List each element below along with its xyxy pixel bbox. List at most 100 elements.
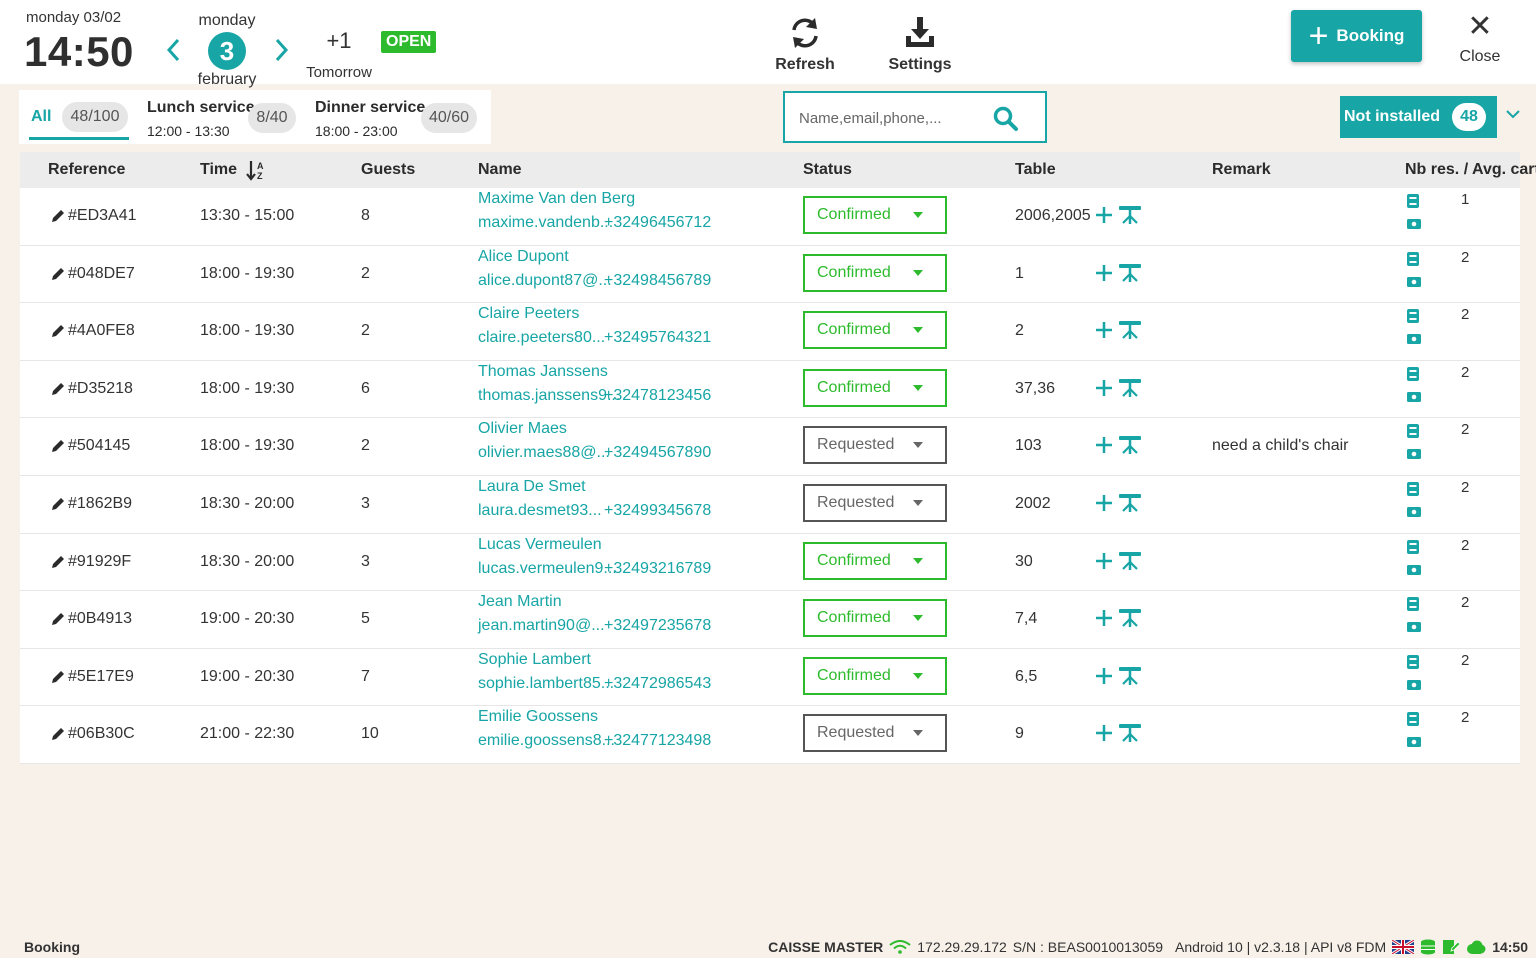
edit-reservation-button[interactable]: #ED3A41 <box>50 207 137 225</box>
customer-phone[interactable]: +32498456789 <box>604 272 711 290</box>
table-icon[interactable] <box>1118 723 1142 743</box>
receipt-icon[interactable] <box>1406 423 1420 439</box>
table-icon[interactable] <box>1118 493 1142 513</box>
search-input[interactable] <box>799 105 989 131</box>
add-table-icon[interactable] <box>1095 609 1113 627</box>
customer-name-link[interactable]: Lucas Vermeulen <box>478 536 602 554</box>
customer-email[interactable]: sophie.lambert85... <box>478 675 614 692</box>
add-table-icon[interactable] <box>1095 552 1113 570</box>
status-dropdown[interactable]: Confirmed <box>803 541 947 580</box>
customer-phone[interactable]: +32477123498 <box>604 732 711 750</box>
status-dropdown[interactable]: Confirmed <box>803 656 947 695</box>
table-icon[interactable] <box>1118 551 1142 571</box>
column-guests[interactable]: Guests <box>361 161 415 179</box>
table-icon[interactable] <box>1118 205 1142 225</box>
search-icon[interactable] <box>993 106 1019 132</box>
customer-phone[interactable]: +32493216789 <box>604 560 711 578</box>
cash-icon[interactable] <box>1406 391 1422 403</box>
next-day-button[interactable] <box>270 34 292 66</box>
table-row[interactable]: #ED3A41 13:30 - 15:00 8 Maxime Van den B… <box>20 188 1520 246</box>
refresh-button[interactable]: Refresh <box>775 16 835 74</box>
receipt-icon[interactable] <box>1406 654 1420 670</box>
customer-email[interactable]: olivier.maes88@... <box>478 444 610 461</box>
table-icon[interactable] <box>1118 378 1142 398</box>
receipt-icon[interactable] <box>1406 481 1420 497</box>
column-status[interactable]: Status <box>803 161 852 179</box>
customer-name-link[interactable]: Alice Dupont <box>478 248 569 266</box>
close-button[interactable]: ✕ Close <box>1456 12 1504 66</box>
status-dropdown[interactable]: Requested <box>803 714 947 753</box>
customer-email[interactable]: claire.peeters80... <box>478 329 605 346</box>
edit-reservation-button[interactable]: #1862B9 <box>50 495 132 513</box>
table-icon[interactable] <box>1118 435 1142 455</box>
table-icon[interactable] <box>1118 608 1142 628</box>
column-nb-res-avg-cart[interactable]: Nb res. / Avg. cart <box>1405 161 1536 179</box>
customer-phone[interactable]: +32495764321 <box>604 329 711 347</box>
customer-name-link[interactable]: Jean Martin <box>478 593 562 611</box>
tab-all[interactable]: All 48/100 <box>19 90 131 144</box>
add-table-icon[interactable] <box>1095 436 1113 454</box>
edit-reservation-button[interactable]: #91929F <box>50 553 131 571</box>
cash-icon[interactable] <box>1406 736 1422 748</box>
cash-icon[interactable] <box>1406 333 1422 345</box>
add-table-icon[interactable] <box>1095 321 1113 339</box>
cash-icon[interactable] <box>1406 564 1422 576</box>
edit-reservation-button[interactable]: #048DE7 <box>50 265 135 283</box>
customer-phone[interactable]: +32499345678 <box>604 502 711 520</box>
receipt-icon[interactable] <box>1406 251 1420 267</box>
table-icon[interactable] <box>1118 320 1142 340</box>
new-booking-button[interactable]: + Booking <box>1291 10 1422 62</box>
table-row[interactable]: #048DE7 18:00 - 19:30 2 Alice Dupont ali… <box>20 245 1520 304</box>
status-dropdown[interactable]: Confirmed <box>803 253 947 292</box>
add-table-icon[interactable] <box>1095 494 1113 512</box>
add-table-icon[interactable] <box>1095 724 1113 742</box>
receipt-icon[interactable] <box>1406 711 1420 727</box>
add-table-icon[interactable] <box>1095 667 1113 685</box>
edit-reservation-button[interactable]: #504145 <box>50 437 130 455</box>
table-row[interactable]: #91929F 18:30 - 20:00 3 Lucas Vermeulen … <box>20 533 1520 592</box>
settings-button[interactable]: Settings <box>888 16 952 74</box>
add-table-icon[interactable] <box>1095 264 1113 282</box>
status-dropdown[interactable]: Confirmed <box>803 368 947 407</box>
table-row[interactable]: #504145 18:00 - 19:30 2 Olivier Maes oli… <box>20 418 1520 476</box>
customer-phone[interactable]: +32496456712 <box>604 214 711 232</box>
receipt-icon[interactable] <box>1406 308 1420 324</box>
customer-name-link[interactable]: Sophie Lambert <box>478 651 591 669</box>
cash-icon[interactable] <box>1406 679 1422 691</box>
column-time[interactable]: Time <box>200 161 237 179</box>
customer-name-link[interactable]: Maxime Van den Berg <box>478 190 635 208</box>
selected-day[interactable]: monday 3 february <box>196 12 258 89</box>
table-row[interactable]: #0B4913 19:00 - 20:30 5 Jean Martin jean… <box>20 591 1520 649</box>
tomorrow-button[interactable]: +1 Tomorrow <box>303 28 375 81</box>
tab-lunch-service[interactable]: Lunch service 12:00 - 13:30 8/40 <box>137 90 305 144</box>
customer-email[interactable]: jean.martin90@... <box>478 617 605 634</box>
column-reference[interactable]: Reference <box>48 161 125 179</box>
previous-day-button[interactable] <box>163 34 185 66</box>
customer-name-link[interactable]: Emilie Goossens <box>478 708 598 726</box>
cash-icon[interactable] <box>1406 218 1422 230</box>
edit-reservation-button[interactable]: #D35218 <box>50 380 133 398</box>
receipt-icon[interactable] <box>1406 193 1420 209</box>
cash-icon[interactable] <box>1406 621 1422 633</box>
customer-phone[interactable]: +32497235678 <box>604 617 711 635</box>
receipt-icon[interactable] <box>1406 596 1420 612</box>
status-dropdown[interactable]: Confirmed <box>803 599 947 638</box>
customer-name-link[interactable]: Olivier Maes <box>478 420 567 438</box>
customer-email[interactable]: thomas.janssens9... <box>478 387 620 404</box>
customer-email[interactable]: alice.dupont87@... <box>478 272 612 289</box>
edit-reservation-button[interactable]: #06B30C <box>50 725 135 743</box>
status-dropdown[interactable]: Requested <box>803 483 947 522</box>
column-remark[interactable]: Remark <box>1212 161 1271 179</box>
table-row[interactable]: #06B30C 21:00 - 22:30 10 Emilie Goossens… <box>20 706 1520 764</box>
status-dropdown[interactable]: Confirmed <box>803 311 947 350</box>
status-dropdown[interactable]: Confirmed <box>803 196 947 234</box>
customer-email[interactable]: maxime.vandenb... <box>478 214 613 231</box>
table-icon[interactable] <box>1118 666 1142 686</box>
edit-reservation-button[interactable]: #0B4913 <box>50 610 132 628</box>
table-row[interactable]: #1862B9 18:30 - 20:00 3 Laura De Smet la… <box>20 475 1520 534</box>
add-table-icon[interactable] <box>1095 206 1113 224</box>
table-row[interactable]: #5E17E9 19:00 - 20:30 7 Sophie Lambert s… <box>20 648 1520 707</box>
edit-reservation-button[interactable]: #5E17E9 <box>50 668 134 686</box>
customer-name-link[interactable]: Thomas Janssens <box>478 363 608 381</box>
customer-email[interactable]: lucas.vermeulen9... <box>478 560 617 577</box>
